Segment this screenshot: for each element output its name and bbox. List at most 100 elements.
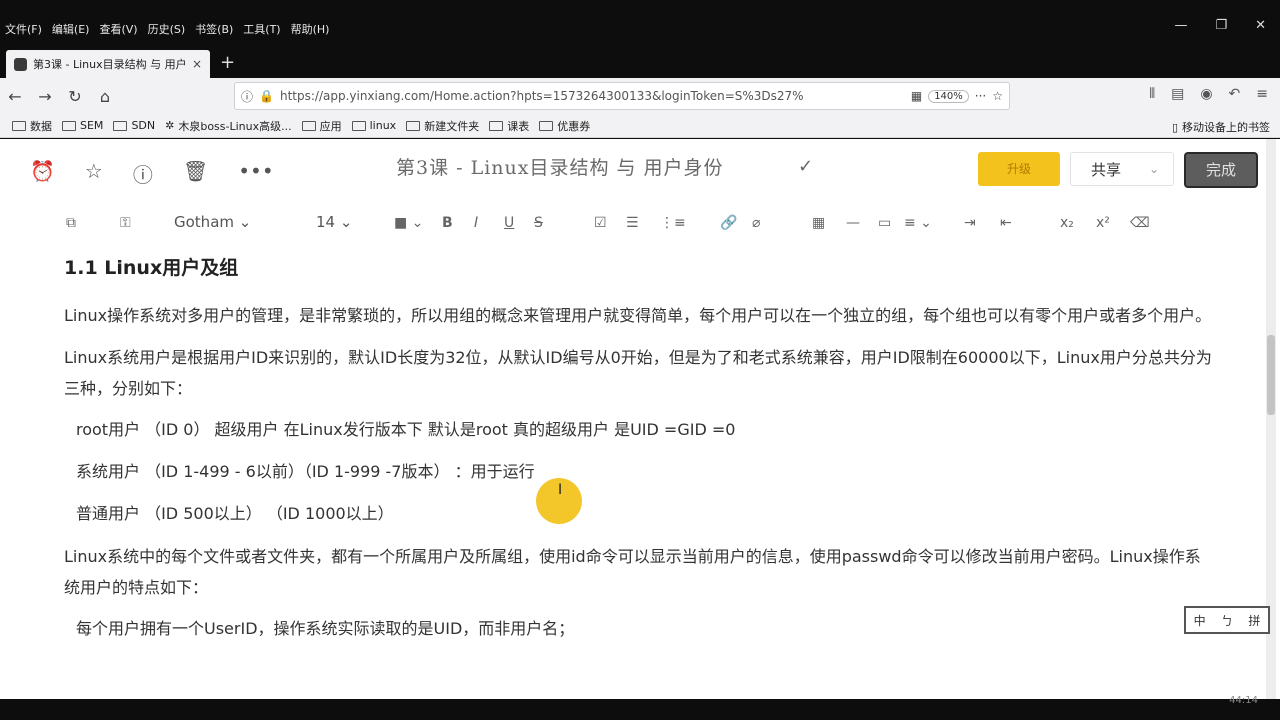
folder-icon [12, 120, 26, 131]
back-icon[interactable]: ← [0, 87, 30, 106]
bookmark-star-icon[interactable]: ☆ [992, 89, 1003, 103]
reload-icon[interactable]: ↻ [60, 87, 90, 106]
account-icon[interactable]: ◉ [1200, 86, 1212, 102]
tab-close-icon[interactable]: × [192, 57, 202, 71]
bookmark-item[interactable]: 应用 [301, 118, 342, 134]
list-item: 系统用户 （ID 1-499 - 6以前）（ID 1-999 -7版本） ：用于… [76, 462, 535, 481]
menu-tools[interactable]: 工具(T) [238, 21, 285, 37]
lock-icon[interactable]: ⚿ [120, 215, 131, 231]
menu-bookmarks[interactable]: 书签(B) [190, 21, 238, 37]
indent-icon[interactable]: ⇥ [964, 215, 976, 231]
menu-hamburger-icon[interactable]: ≡ [1256, 86, 1268, 102]
share-button[interactable]: 共享 ⌄ [1070, 152, 1174, 186]
checkbox-icon[interactable]: ☑ [594, 215, 607, 231]
bookmark-item[interactable]: 优惠券 [539, 118, 590, 134]
menu-file[interactable]: 文件(F) [0, 21, 47, 37]
numbered-list-icon[interactable]: ⋮≡ [660, 215, 686, 231]
folder-icon [539, 120, 554, 131]
screen-frame: 文件(F) 编辑(E) 查看(V) 历史(S) 书签(B) 工具(T) 帮助(H… [0, 0, 1280, 720]
address-bar[interactable]: ⓘ 🔒 https://app.yinxiang.com/Home.action… [234, 82, 1010, 110]
menu-bar: 文件(F) 编辑(E) 查看(V) 历史(S) 书签(B) 工具(T) 帮助(H… [0, 16, 1280, 42]
bookmark-item[interactable]: 数据 [12, 118, 52, 134]
ime-chinese[interactable]: 中 [1194, 612, 1206, 629]
close-window-button[interactable]: ✕ [1255, 18, 1266, 33]
format-toolbar: ⧉ ⚿ Gotham ⌄ 14 ⌄ ■ ⌄ B I U S ☑ ☰ ⋮≡ 🔗 ⌀… [60, 211, 1160, 237]
page-actions-icon[interactable]: ··· [975, 89, 986, 103]
forward-icon[interactable]: → [30, 87, 60, 106]
list-item: root用户 （ID 0） 超级用户 在Linux发行版本下 默认是root 真… [76, 420, 736, 439]
font-family-select[interactable]: Gotham ⌄ [174, 213, 251, 231]
strikethrough-icon[interactable]: S [534, 215, 543, 231]
folder-icon [301, 120, 316, 131]
align-icon[interactable]: ≡ ⌄ [904, 215, 932, 231]
done-button[interactable]: 完成 [1184, 152, 1258, 188]
qr-code-icon[interactable]: ▦ [911, 89, 922, 103]
maximize-button[interactable]: ❐ [1215, 18, 1227, 33]
font-size-select[interactable]: 14 ⌄ [316, 213, 352, 231]
subscript-icon[interactable]: x₂ [1060, 215, 1074, 231]
sidebar-icon[interactable]: ▤ [1171, 86, 1184, 102]
home-icon[interactable]: ⌂ [90, 87, 120, 106]
ime-pinyin[interactable]: 拼 [1248, 612, 1260, 629]
list-item: 每个用户拥有一个UserID，操作系统实际读取的是UID，而非用户名； [76, 619, 575, 638]
menu-help[interactable]: 帮助(H) [286, 21, 335, 37]
star-icon[interactable]: ☆ [85, 159, 103, 188]
ime-toolbar[interactable]: 中 ㄅ 拼 [1184, 606, 1270, 634]
bullet-list-icon[interactable]: ☰ [626, 215, 639, 231]
info-icon[interactable]: ⓘ [133, 159, 153, 188]
scrollbar-thumb[interactable] [1267, 335, 1275, 415]
ime-mode[interactable]: ㄅ [1221, 612, 1233, 629]
link-icon[interactable]: 🔗 [720, 215, 737, 231]
folder-icon [62, 120, 76, 131]
new-tab-button[interactable]: + [220, 52, 235, 73]
code-block-icon[interactable]: ▭ [878, 215, 891, 231]
list-item: 普通用户 （ID 500以上） （ID 1000以上） [76, 504, 394, 523]
attachment-icon[interactable]: ⌀ [752, 215, 760, 231]
upgrade-button[interactable]: 升级 [978, 152, 1060, 186]
more-icon[interactable]: ••• [238, 159, 273, 188]
window-controls: — ❐ ✕ [1174, 18, 1266, 33]
menu-history[interactable]: 历史(S) [143, 21, 191, 37]
mobile-bookmarks[interactable]: ▯ 移动设备上的书签 [1172, 119, 1270, 135]
chevron-down-icon[interactable]: ⌄ [1149, 162, 1159, 176]
menu-view[interactable]: 查看(V) [94, 21, 142, 37]
bold-icon[interactable]: B [442, 215, 453, 231]
bookmark-item[interactable]: SDN [113, 119, 155, 132]
section-heading: 1.1 Linux用户及组 [64, 257, 239, 279]
bookmark-item[interactable]: 新建文件夹 [406, 118, 479, 134]
browser-tab[interactable]: 第3课 - Linux目录结构 与 用户 × [6, 50, 210, 78]
italic-icon[interactable]: I [474, 215, 478, 231]
table-icon[interactable]: ▦ [812, 215, 825, 231]
site-info-icon[interactable]: ⓘ [241, 88, 253, 105]
folder-icon [113, 120, 128, 131]
alarm-clock-icon[interactable]: ⏰ [30, 159, 55, 188]
note-editor-page: ⏰ ☆ ⓘ 🗑 ••• 第3课 - Linux目录结构 与 用户身份 ✓ 升级 … [0, 139, 1280, 699]
folder-icon [489, 120, 504, 131]
tab-bar: 第3课 - Linux目录结构 与 用户 × + [0, 46, 1280, 78]
tab-label: 第3课 - Linux目录结构 与 用户 [33, 58, 186, 71]
note-actions: ⏰ ☆ ⓘ 🗑 ••• [30, 159, 274, 188]
folder-icon [351, 120, 366, 131]
undo-close-icon[interactable]: ↶ [1229, 86, 1241, 102]
url-text[interactable]: https://app.yinxiang.com/Home.action?hpt… [280, 89, 905, 103]
template-icon[interactable]: ⧉ [66, 215, 76, 231]
note-title[interactable]: 第3课 - Linux目录结构 与 用户身份 [396, 153, 724, 180]
note-body[interactable]: 1.1 Linux用户及组 Linux操作系统对多用户的管理，是非常繁琐的，所以… [64, 253, 1214, 656]
paragraph: Linux系统用户是根据用户ID来识别的，默认ID长度为32位，从默认ID编号从… [64, 348, 1212, 398]
bookmark-item[interactable]: SEM [62, 119, 103, 132]
superscript-icon[interactable]: x² [1096, 215, 1110, 231]
clear-format-icon[interactable]: ⌫ [1130, 215, 1150, 231]
bookmarks-bar: 数据 SEM SDN ✲ 木泉boss-Linux高级... 应用 linux 新… [0, 114, 1280, 138]
menu-edit[interactable]: 编辑(E) [47, 21, 95, 37]
text-color-icon[interactable]: ■ ⌄ [394, 215, 423, 231]
outdent-icon[interactable]: ⇤ [1000, 215, 1012, 231]
trash-icon[interactable]: 🗑 [183, 159, 208, 188]
bookmark-item[interactable]: 课表 [489, 118, 529, 134]
horizontal-rule-icon[interactable]: — [846, 215, 860, 231]
minimize-button[interactable]: — [1174, 18, 1187, 33]
zoom-level[interactable]: 140% [928, 89, 969, 103]
library-icon[interactable]: ⫴ [1149, 86, 1155, 102]
underline-icon[interactable]: U [504, 215, 514, 231]
bookmark-item[interactable]: linux [351, 119, 396, 132]
bookmark-item[interactable]: ✲ 木泉boss-Linux高级... [165, 118, 292, 134]
